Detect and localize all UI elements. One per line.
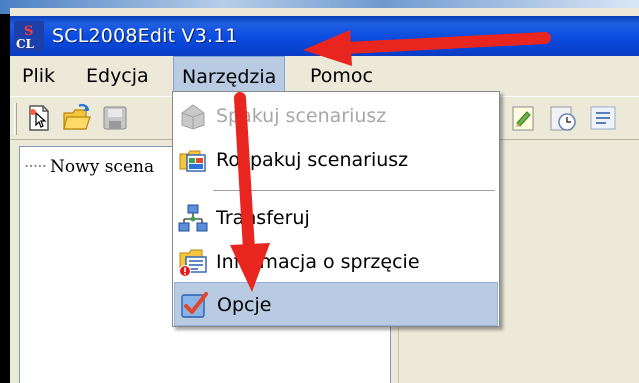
open-folder-icon[interactable] bbox=[62, 103, 92, 133]
menu-item-label: Spakuj scenariusz bbox=[216, 105, 387, 127]
menu-item-options[interactable]: Opcje bbox=[174, 282, 498, 326]
pack-icon bbox=[181, 104, 205, 130]
menu-item-unpack-scenario[interactable]: Rozpakuj scenariusz bbox=[174, 138, 498, 182]
title-bar[interactable]: S CL SCL2008Edit V3.11 bbox=[10, 16, 639, 56]
menu-separator bbox=[213, 190, 495, 191]
menu-bar: Plik Edycja Narzędzia Pomoc bbox=[10, 56, 639, 96]
tree-connector: ····· bbox=[24, 157, 47, 177]
tree-item-label: Nowy scena bbox=[50, 157, 155, 177]
tree-item-root[interactable]: ····· Nowy scena bbox=[24, 157, 154, 177]
hardware-info-icon bbox=[179, 249, 207, 277]
menu-item-hardware-info[interactable]: Informacja o sprzęcie bbox=[174, 240, 498, 284]
toolbar-grip bbox=[14, 103, 17, 135]
edit-note-icon[interactable] bbox=[508, 103, 538, 133]
save-disk-icon[interactable] bbox=[100, 103, 130, 133]
options-checkmark-icon bbox=[181, 292, 208, 318]
svg-text:CL: CL bbox=[16, 37, 35, 51]
window-title: SCL2008Edit V3.11 bbox=[52, 25, 238, 47]
menu-plik[interactable]: Plik bbox=[14, 56, 63, 96]
menu-pomoc[interactable]: Pomoc bbox=[302, 56, 381, 96]
narzedzia-dropdown-menu: Spakuj scenariusz Rozpakuj scenariusz Tr… bbox=[172, 91, 500, 327]
menu-item-label: Transferuj bbox=[216, 207, 310, 229]
unpack-icon bbox=[179, 150, 206, 172]
menu-item-pack-scenario[interactable]: Spakuj scenariusz bbox=[174, 94, 498, 138]
menu-edycja[interactable]: Edycja bbox=[78, 56, 157, 96]
menu-item-transfer[interactable]: Transferuj bbox=[174, 196, 498, 240]
network-transfer-icon bbox=[178, 204, 208, 232]
menu-item-label: Rozpakuj scenariusz bbox=[216, 149, 409, 171]
app-logo-icon: S CL bbox=[14, 21, 44, 51]
settings-icon[interactable] bbox=[588, 103, 618, 133]
menu-item-label: Opcje bbox=[217, 294, 272, 316]
clock-icon[interactable] bbox=[548, 103, 578, 133]
menu-narzedzia[interactable]: Narzędzia bbox=[173, 56, 286, 96]
new-file-icon[interactable] bbox=[24, 103, 54, 133]
menu-item-label: Informacja o sprzęcie bbox=[216, 251, 420, 273]
